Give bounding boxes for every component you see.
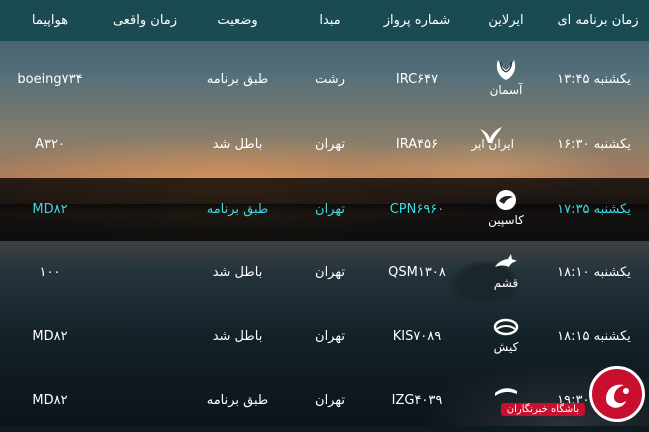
table-row-highlighted[interactable]: یکشنبه ۱۷:۳۵ کاسپین CPN۶۹۶۰ تهران طبق بر… (0, 178, 649, 241)
flight-number-cell: IRA۴۵۶ (395, 137, 439, 152)
flight-number-cell: IZG۴۰۳۹ (391, 393, 443, 408)
kish-swoosh-icon (493, 318, 519, 336)
origin-cell: تهران (315, 265, 345, 280)
table-row[interactable]: یکشنبه ۱۳:۴۵ آسمان IRC۶۴۷ رشت طبق برنامه… (0, 48, 649, 111)
scheduled-time-cell: یکشنبه ۱۸:۱۰ (557, 265, 631, 280)
scheduled-time-cell: یکشنبه ۱۷:۳۵ (557, 202, 631, 217)
header-status[interactable]: وضعیت (190, 0, 285, 41)
header-aircraft[interactable]: هواپیما (0, 0, 100, 41)
actual-time-cell (100, 241, 190, 304)
header-flight-number[interactable]: شماره پرواز (372, 0, 462, 41)
actual-time-cell (100, 305, 190, 368)
origin-cell: رشت (315, 72, 345, 87)
airline-cell: قشم (472, 249, 540, 299)
flight-number-cell: IRC۶۴۷ (395, 72, 439, 87)
header-actual-time[interactable]: زمان واقعی (100, 0, 190, 41)
airline-cell: کاسپین (472, 186, 540, 236)
status-cell: طبق برنامه (206, 202, 269, 217)
header-scheduled-time[interactable]: زمان برنامه ای (548, 0, 648, 41)
header-airline[interactable]: ایرلاین (472, 0, 540, 41)
aircraft-cell: MD۸۲ (32, 329, 68, 344)
watermark-emblem-icon (606, 384, 629, 408)
scheduled-time-cell: یکشنبه ۱۳:۴۵ (557, 72, 631, 87)
status-cell: باطل شد (212, 265, 263, 280)
table-row[interactable]: یکشنبه ۱۸:۱۵ کیش KIS۷۰۸۹ تهران باطل شد M… (0, 305, 649, 368)
actual-time-cell (100, 48, 190, 111)
status-cell: طبق برنامه (206, 393, 269, 408)
aircraft-cell: A۳۲۰ (35, 137, 65, 152)
table-row[interactable]: یکشنبه ۱۸:۱۰ قشم QSM۱۳۰۸ تهران باطل شد ۱… (0, 241, 649, 304)
zagros-wing-icon (495, 388, 517, 396)
status-cell: باطل شد (212, 137, 263, 152)
aircraft-cell: MD۸۲ (32, 393, 68, 408)
origin-cell: تهران (315, 329, 345, 344)
aircraft-cell: ۱۰۰ (39, 265, 61, 280)
status-cell: باطل شد (212, 329, 263, 344)
scheduled-time-cell: یکشنبه ۱۸:۱۵ (557, 329, 631, 344)
origin-cell: تهران (315, 137, 345, 152)
actual-time-cell (100, 113, 190, 176)
aircraft-cell: boeing۷۳۴ (17, 72, 83, 87)
airline-name: آسمان (489, 83, 523, 97)
wing-bird-icon (496, 60, 516, 80)
table-row[interactable]: یکشنبه ۱۶:۳۰ ایران ایر IRA۴۵۶ تهران باطل… (0, 113, 649, 176)
actual-time-cell (100, 369, 190, 432)
caspian-bird-icon (496, 190, 516, 210)
airline-name: کاسپین (488, 213, 524, 227)
origin-cell: تهران (315, 393, 345, 408)
origin-cell: تهران (315, 202, 345, 217)
header-origin[interactable]: مبدا (290, 0, 370, 41)
dolphin-icon (495, 254, 517, 267)
table-row[interactable]: یکشنبه ۱۹:۳۰ IZG۴۰۳۹ تهران طبق برنامه MD… (0, 369, 649, 432)
airline-cell (472, 377, 540, 427)
actual-time-cell (100, 178, 190, 241)
airline-cell: ایران ایر (471, 121, 540, 171)
airline-name: ایران ایر (471, 137, 514, 151)
airline-name: کیش (493, 340, 519, 354)
flight-number-cell: CPN۶۹۶۰ (389, 202, 445, 217)
watermark-logo (589, 366, 645, 422)
airline-cell: آسمان (472, 56, 540, 106)
watermark-text: باشگاه خبرنگاران (500, 403, 585, 416)
scheduled-time-cell: یکشنبه ۱۶:۳۰ (557, 137, 631, 152)
table-header: زمان برنامه ای ایرلاین شماره پرواز مبدا … (0, 0, 649, 41)
status-cell: طبق برنامه (206, 72, 269, 87)
airline-name: قشم (493, 276, 519, 290)
flight-number-cell: KIS۷۰۸۹ (392, 329, 442, 344)
aircraft-cell: MD۸۲ (32, 202, 68, 217)
flight-number-cell: QSM۱۳۰۸ (388, 265, 446, 280)
airline-cell: کیش (472, 313, 540, 363)
